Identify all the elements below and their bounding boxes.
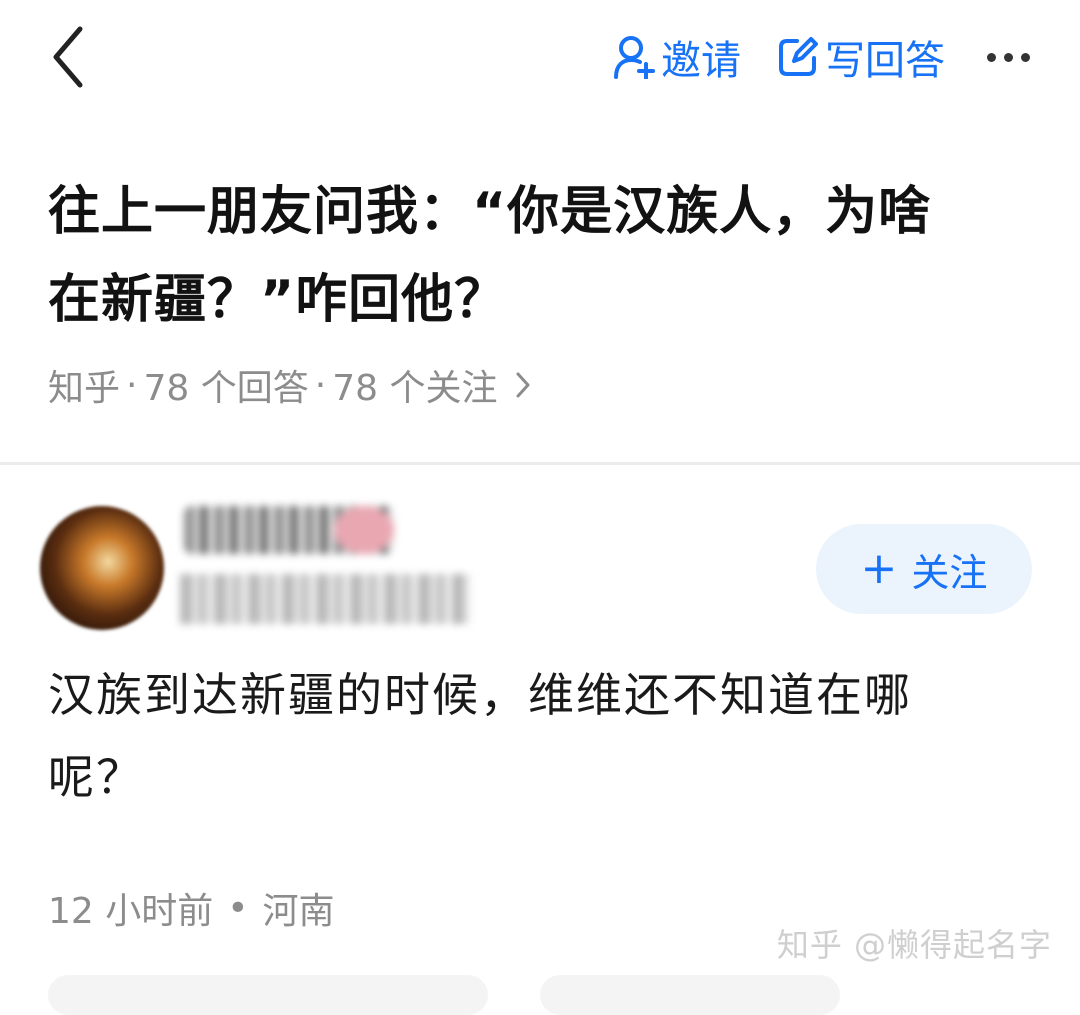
post-time: 12 小时前 xyxy=(48,891,214,932)
invite-button[interactable]: 邀请 xyxy=(613,28,741,86)
plus-icon: + xyxy=(860,543,898,594)
more-dots-icon xyxy=(1004,52,1013,62)
question-title-line-2: 在新疆？”咋回他？ xyxy=(48,270,508,330)
answer-meta: 12 小时前 • 河南 xyxy=(48,880,335,936)
author-avatar[interactable] xyxy=(40,506,164,630)
follow-button[interactable]: + 关注 xyxy=(816,524,1032,614)
answer-content[interactable]: 汉族到达新疆的时候，维维还不知道在哪 呢？ xyxy=(48,654,1028,818)
answer-text-line-1: 汉族到达新疆的时候，维维还不知道在哪 xyxy=(48,668,912,722)
answer-text-line-2: 呢？ xyxy=(48,750,144,804)
author-badge-blurred xyxy=(334,506,394,554)
author-name-blurred[interactable] xyxy=(184,506,394,554)
separator-dot: • xyxy=(227,887,249,929)
top-actions: 邀请 写回答 xyxy=(613,22,1030,92)
write-answer-label: 写回答 xyxy=(825,38,945,84)
bottom-action-pill[interactable] xyxy=(48,975,488,1015)
separator-dot: · xyxy=(126,364,138,406)
edit-icon xyxy=(777,36,819,78)
more-dots-icon xyxy=(1021,52,1030,62)
write-answer-button[interactable]: 写回答 xyxy=(777,28,945,86)
question-title[interactable]: 往上一朋友问我：“你是汉族人，为啥 在新疆？”咋回他？ xyxy=(48,168,1008,344)
user-plus-icon xyxy=(613,35,655,79)
bottom-action-pill[interactable] xyxy=(540,975,840,1015)
question-title-line-1: 往上一朋友问我：“你是汉族人，为啥 xyxy=(48,182,932,242)
answer-count: 78 个回答 xyxy=(143,368,309,409)
chevron-right-icon xyxy=(515,371,531,399)
source-label: 知乎 xyxy=(48,368,121,409)
follower-count: 78 个关注 xyxy=(332,368,498,409)
more-dots-icon xyxy=(987,52,996,62)
watermark: 知乎 @懒得起名字 xyxy=(776,926,1052,964)
follow-label: 关注 xyxy=(911,550,988,595)
top-bar: 邀请 写回答 xyxy=(0,0,1080,120)
separator-dot: · xyxy=(314,364,327,406)
section-divider xyxy=(0,462,1080,465)
back-button[interactable] xyxy=(40,22,96,92)
invite-label: 邀请 xyxy=(661,38,741,84)
question-meta[interactable]: 知乎 · 78 个回答 · 78 个关注 xyxy=(48,360,531,410)
author-bio-blurred xyxy=(180,574,470,624)
chevron-left-icon xyxy=(53,26,83,88)
more-options-button[interactable] xyxy=(987,37,1030,77)
post-location: 河南 xyxy=(262,891,335,932)
